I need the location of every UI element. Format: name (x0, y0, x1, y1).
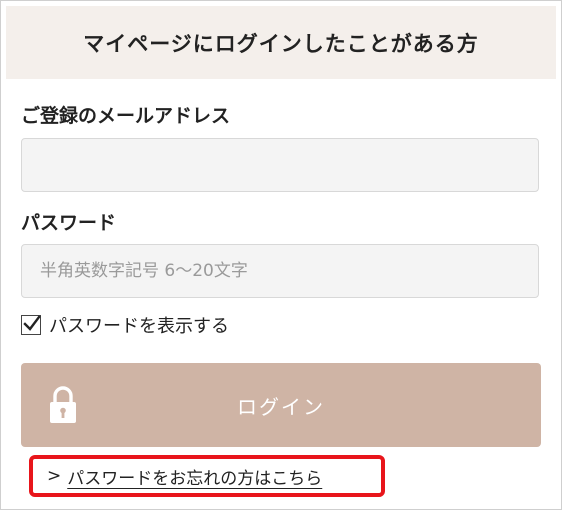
email-field[interactable] (21, 138, 539, 192)
email-label: ご登録のメールアドレス (21, 105, 231, 127)
login-button-label: ログイン (237, 394, 325, 419)
forgot-password-link[interactable]: パスワードをお忘れの方はこちら (67, 464, 322, 489)
password-field[interactable] (21, 244, 539, 298)
forgot-password-highlight: > パスワードをお忘れの方はこちら (29, 455, 385, 497)
checkmark-icon (23, 315, 41, 331)
forgot-password-arrow: > (47, 466, 62, 486)
show-password-toggle[interactable]: パスワードを表示する (21, 312, 229, 338)
login-button[interactable]: ログイン (21, 363, 541, 447)
section-title: マイページにログインしたことがある方 (83, 31, 479, 56)
show-password-checkbox[interactable] (21, 315, 41, 335)
section-header: マイページにログインしたことがある方 (6, 6, 556, 79)
password-label: パスワード (21, 212, 117, 234)
show-password-label: パスワードを表示する (49, 316, 229, 337)
lock-icon (50, 386, 76, 423)
